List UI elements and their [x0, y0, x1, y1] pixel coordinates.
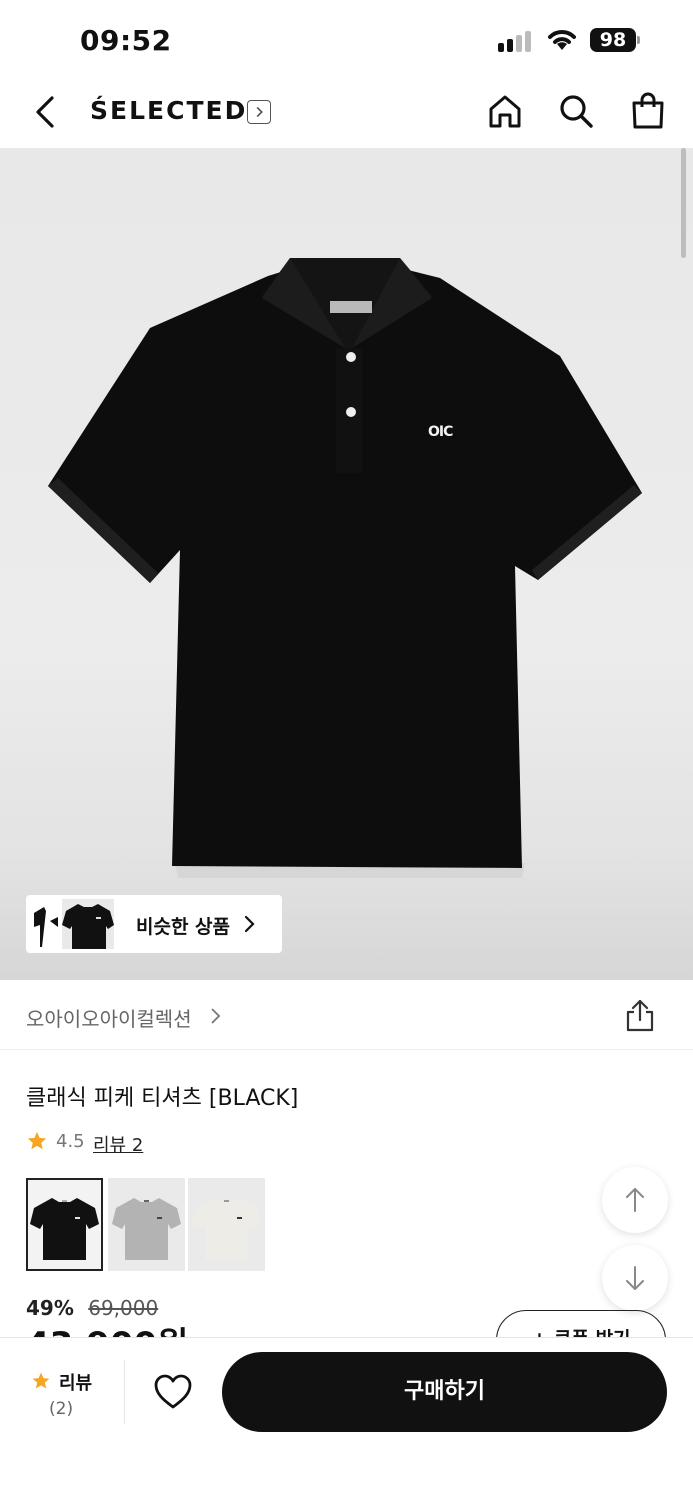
battery-icon: 98	[590, 28, 636, 52]
image-scroll-indicator	[681, 148, 686, 258]
back-arrow-icon[interactable]	[28, 92, 68, 132]
review-tab-count: (2)	[49, 1399, 74, 1419]
arrow-up-icon	[626, 1188, 644, 1212]
brand-name-link[interactable]: 오아이오아이컬렉션	[26, 1003, 192, 1032]
coupon-clip: + 쿠폰 받기	[496, 1310, 668, 1337]
similar-product-thumbnail	[34, 907, 58, 947]
star-icon	[27, 1131, 47, 1150]
price-row: 49% 69,000	[26, 1296, 158, 1320]
status-time: 09:52	[80, 24, 172, 57]
chevron-right-icon[interactable]	[208, 1005, 224, 1027]
scroll-top-button[interactable]	[602, 1167, 668, 1233]
buy-button[interactable]: 구매하기	[222, 1352, 667, 1432]
similar-product-thumbnail	[62, 899, 114, 949]
brand-logo-link[interactable]: ŚELECTED	[90, 96, 247, 125]
review-tab-label: 리뷰	[59, 1373, 93, 1394]
bottom-action-bar: 리뷰 (2) 구매하기	[0, 1337, 693, 1500]
shirt-chest-logo: OIC	[428, 424, 453, 440]
search-icon[interactable]	[556, 91, 596, 131]
review-count-link[interactable]: 리뷰 2	[93, 1131, 143, 1157]
product-title: 클래식 피케 티셔츠 [BLACK]	[26, 1086, 299, 1111]
chevron-right-icon	[244, 915, 255, 933]
heart-icon[interactable]	[152, 1372, 194, 1412]
brand-row: 오아이오아이컬렉션	[0, 980, 693, 1050]
discount-rate: 49%	[26, 1296, 74, 1320]
arrow-down-icon	[626, 1266, 644, 1290]
color-option-gray[interactable]	[108, 1178, 185, 1271]
sale-price: 43,900원	[26, 1327, 188, 1337]
original-price: 69,000	[88, 1296, 159, 1320]
similar-products-button[interactable]: 비슷한 상품	[26, 895, 282, 953]
scroll-down-button[interactable]	[602, 1245, 668, 1311]
color-option-ivory[interactable]	[188, 1178, 265, 1271]
chevron-right-icon[interactable]	[247, 100, 271, 124]
product-image-carousel[interactable]: OIC 비슷한 상품	[0, 148, 693, 980]
coupon-button[interactable]: + 쿠폰 받기	[496, 1310, 666, 1337]
similar-products-label: 비슷한 상품	[136, 916, 231, 938]
color-option-black[interactable]	[26, 1178, 103, 1271]
review-tab-button[interactable]: 리뷰 (2)	[26, 1366, 98, 1426]
rating-value: 4.5	[56, 1131, 85, 1152]
wifi-icon	[548, 30, 576, 50]
sale-price-clip: 43,900원	[26, 1327, 188, 1337]
top-nav-bar: ŚELECTED	[0, 78, 693, 148]
battery-tip	[637, 36, 640, 44]
product-photo-black-polo	[48, 258, 642, 878]
divider	[124, 1360, 125, 1424]
star-icon	[32, 1372, 50, 1389]
cellular-signal-icon	[498, 30, 536, 52]
share-icon[interactable]	[620, 996, 660, 1036]
home-icon[interactable]	[485, 91, 525, 131]
shopping-bag-icon[interactable]	[628, 91, 668, 131]
status-bar: 09:52 98	[0, 0, 693, 78]
